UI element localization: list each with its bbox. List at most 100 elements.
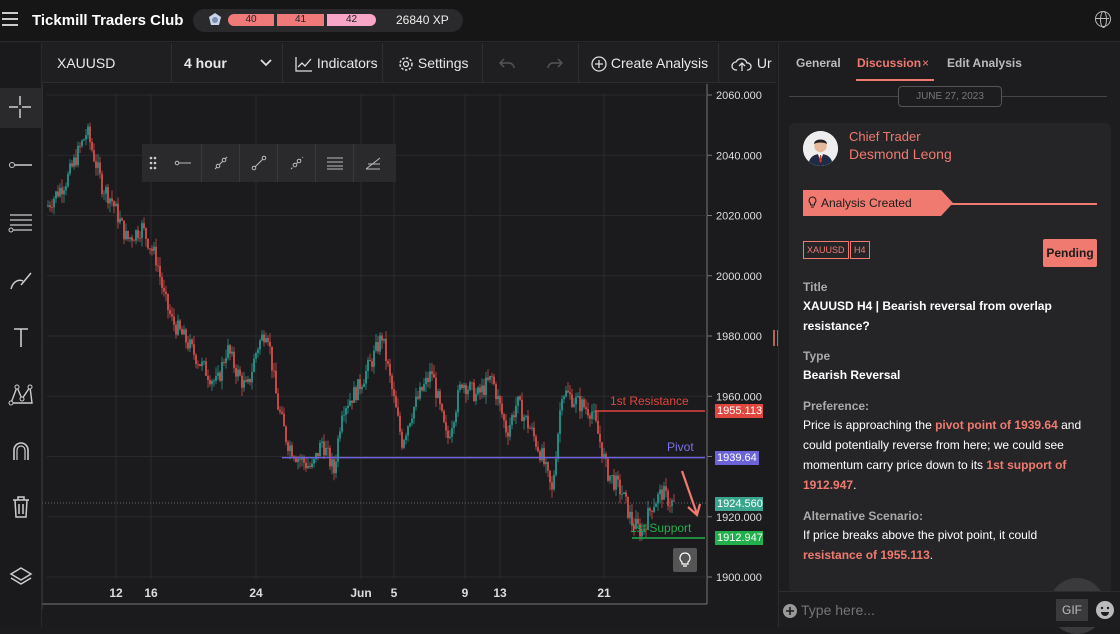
candle-body	[621, 493, 623, 495]
price-chart[interactable]: 2060.000 2040.000 2020.000 2000.000 1980.000…	[41, 84, 776, 627]
candle-body	[123, 220, 125, 240]
candle-body	[275, 370, 277, 394]
candle-body	[615, 475, 617, 490]
idea-button[interactable]	[673, 548, 697, 572]
candle-body	[161, 276, 163, 289]
draw-ray-tool[interactable]	[278, 144, 316, 182]
delete-tool[interactable]	[0, 487, 42, 527]
layers-tool[interactable]	[0, 557, 42, 597]
segment-icon	[251, 155, 266, 171]
line-tool[interactable]	[0, 145, 42, 185]
globe-icon[interactable]	[1095, 11, 1111, 28]
xp-points: 26840 XP	[396, 13, 449, 27]
candle-body	[449, 436, 451, 438]
crosshair-tool[interactable]	[0, 88, 42, 128]
text-icon	[14, 328, 28, 347]
menu-icon[interactable]	[2, 12, 18, 26]
candle-body	[495, 384, 497, 400]
candle-body	[533, 427, 535, 437]
alt-text-1: If price breaks above the pivot point, i…	[803, 528, 1038, 542]
upload-button[interactable]: Ur	[719, 43, 776, 83]
candle-body	[149, 248, 151, 250]
candle-body	[529, 428, 531, 429]
candle-body	[327, 447, 329, 449]
drag-handle[interactable]	[142, 144, 164, 182]
candle-body	[341, 415, 343, 432]
add-attachment-icon[interactable]	[783, 604, 797, 618]
candle-body	[189, 339, 191, 349]
layers-icon	[9, 567, 33, 585]
candle-body	[229, 345, 231, 354]
candle-body	[87, 126, 89, 136]
brush-tool[interactable]	[0, 261, 42, 301]
preference-text-3: .	[853, 478, 857, 492]
close-tab-icon[interactable]: ×	[922, 56, 929, 70]
candle-body	[269, 341, 271, 347]
price-tick-label: 2040.000	[716, 150, 762, 162]
candle-body	[561, 399, 563, 411]
gif-button[interactable]: GIF	[1056, 599, 1088, 621]
magnet-tool[interactable]	[0, 431, 42, 471]
candle-body	[73, 157, 75, 167]
brush-icon	[10, 272, 32, 290]
candle-body	[155, 246, 157, 266]
redo-button[interactable]	[531, 43, 579, 83]
create-analysis-label: Create Analysis	[610, 55, 709, 71]
title-label: Title	[803, 280, 828, 294]
draw-hline-tool[interactable]	[164, 144, 202, 182]
candle-body	[209, 380, 211, 385]
redo-icon	[546, 58, 563, 69]
avatar[interactable]	[803, 131, 838, 166]
tab-general[interactable]: General	[796, 56, 841, 70]
candle-body	[567, 390, 569, 393]
draw-pitchfork-tool[interactable]	[354, 144, 392, 182]
candle-body	[347, 405, 349, 409]
candle-body	[517, 396, 519, 406]
draw-segment-tool[interactable]	[240, 144, 278, 182]
support-price-tag: 1912.947	[715, 531, 763, 545]
candle-body	[231, 351, 233, 354]
timeframe-tag: H4	[850, 241, 870, 259]
candle-body	[489, 375, 491, 380]
message-composer: GIF	[779, 591, 1120, 627]
candle-body	[413, 406, 415, 419]
candle-body	[573, 404, 575, 407]
undo-button[interactable]	[483, 43, 531, 83]
ray-icon	[290, 156, 303, 170]
candle-body	[363, 383, 365, 388]
draw-channel-tool[interactable]	[316, 144, 354, 182]
indicators-button[interactable]: Indicators	[283, 43, 383, 83]
candle-body	[77, 145, 79, 166]
settings-label: Settings	[417, 55, 469, 71]
text-tool[interactable]	[0, 318, 42, 358]
candle-body	[503, 414, 505, 421]
candle-body	[459, 384, 461, 391]
support-label: 1st Support	[630, 521, 692, 535]
plus-circle-icon	[591, 56, 607, 72]
candle-body	[365, 370, 367, 384]
gear-icon	[399, 57, 413, 72]
candle-body	[545, 462, 547, 465]
author-name[interactable]: Desmond Leong	[849, 146, 952, 162]
candle-body	[391, 375, 393, 390]
date-separator: JUNE 27, 2023	[898, 86, 1002, 107]
candle-body	[83, 139, 85, 141]
timeframe-dropdown[interactable]: 4 hour	[172, 43, 283, 83]
candle-body	[377, 341, 379, 352]
candle-body	[93, 150, 95, 162]
fib-tool[interactable]	[0, 202, 42, 242]
emoji-icon[interactable]	[1095, 600, 1115, 620]
create-analysis-button[interactable]: Create Analysis	[581, 43, 719, 83]
candle-body	[207, 375, 209, 381]
settings-button[interactable]: Settings	[383, 43, 483, 83]
candle-body	[431, 371, 433, 375]
message-input[interactable]	[801, 598, 1041, 622]
symbol-selector[interactable]: XAUUSD	[42, 43, 172, 83]
pattern-tool[interactable]	[0, 375, 42, 415]
candle-body	[117, 203, 119, 223]
tab-edit-analysis[interactable]: Edit Analysis	[947, 56, 1022, 70]
tab-discussion[interactable]: Discussion	[857, 56, 921, 70]
candle-body	[491, 375, 493, 377]
candle-body	[423, 384, 425, 391]
draw-trend-tool[interactable]	[202, 144, 240, 182]
